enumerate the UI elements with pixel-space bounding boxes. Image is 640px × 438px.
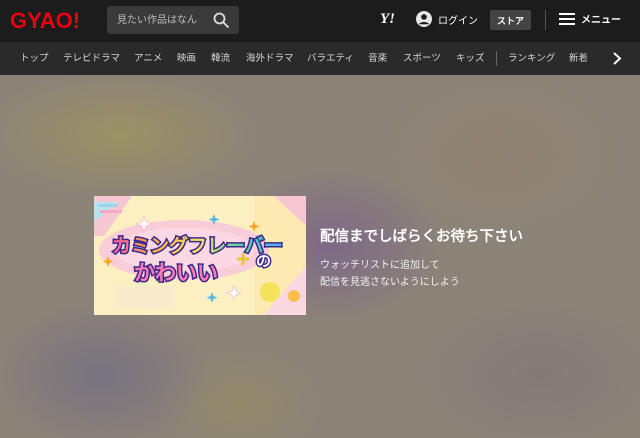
thumbnail-title-art: カミングフレーバー かわいい の <box>111 233 285 287</box>
login-label: ログイン <box>438 15 478 27</box>
store-button[interactable]: ストア <box>490 10 531 30</box>
program-thumbnail[interactable]: カミングフレーバー かわいい の <box>94 196 306 315</box>
nav-item-anime[interactable]: アニメ <box>134 42 162 75</box>
menu-button[interactable]: メニュー <box>559 11 621 26</box>
player-area: カミングフレーバー かわいい の 配信までしばらくお待ち下さい ウォッチリストに… <box>0 75 640 438</box>
nav-divider <box>496 51 497 66</box>
nav-item-kids[interactable]: キッズ <box>456 42 485 75</box>
thumbnail-title-suffix: の <box>256 252 271 270</box>
chevron-right-icon[interactable] <box>610 51 624 66</box>
nav-item-music[interactable]: 音楽 <box>368 42 387 75</box>
nav-item-ranking[interactable]: ランキング <box>508 42 555 75</box>
thumbnail-title-line2: かわいい <box>134 261 218 285</box>
yahoo-japan-logo[interactable]: Y! <box>380 11 395 28</box>
nav-item-movie[interactable]: 映画 <box>177 42 196 75</box>
nav-item-top[interactable]: トップ <box>20 42 49 75</box>
nav-item-sports[interactable]: スポーツ <box>403 42 441 75</box>
nav-item-tv-drama[interactable]: テレビドラマ <box>63 42 120 75</box>
nav-item-overseas-drama[interactable]: 海外ドラマ <box>246 42 294 75</box>
menu-label: メニュー <box>581 15 621 26</box>
nav-item-variety[interactable]: バラエティ <box>307 42 354 75</box>
waiting-message-line-2: 配信を見逃さないようにしよう <box>320 277 460 288</box>
waiting-message-line-1: ウォッチリストに追加して <box>320 260 440 271</box>
search-box[interactable] <box>107 6 239 34</box>
search-input[interactable] <box>107 6 203 34</box>
nav-item-korean[interactable]: 韓流 <box>211 42 230 75</box>
waiting-message-title: 配信までしばらくお待ち下さい <box>320 229 523 245</box>
login-link[interactable]: ログイン <box>416 11 478 27</box>
category-nav: トップ テレビドラマ アニメ 映画 韓流 海外ドラマ バラエティ 音楽 スポーツ… <box>0 42 640 75</box>
user-icon <box>416 11 432 27</box>
search-icon[interactable] <box>213 12 229 28</box>
gyao-logo[interactable]: GYAO! <box>10 8 80 34</box>
hamburger-icon <box>559 12 575 25</box>
header-divider <box>545 10 546 30</box>
header: GYAO! Y! ログイン ストア メニュー <box>0 0 640 42</box>
